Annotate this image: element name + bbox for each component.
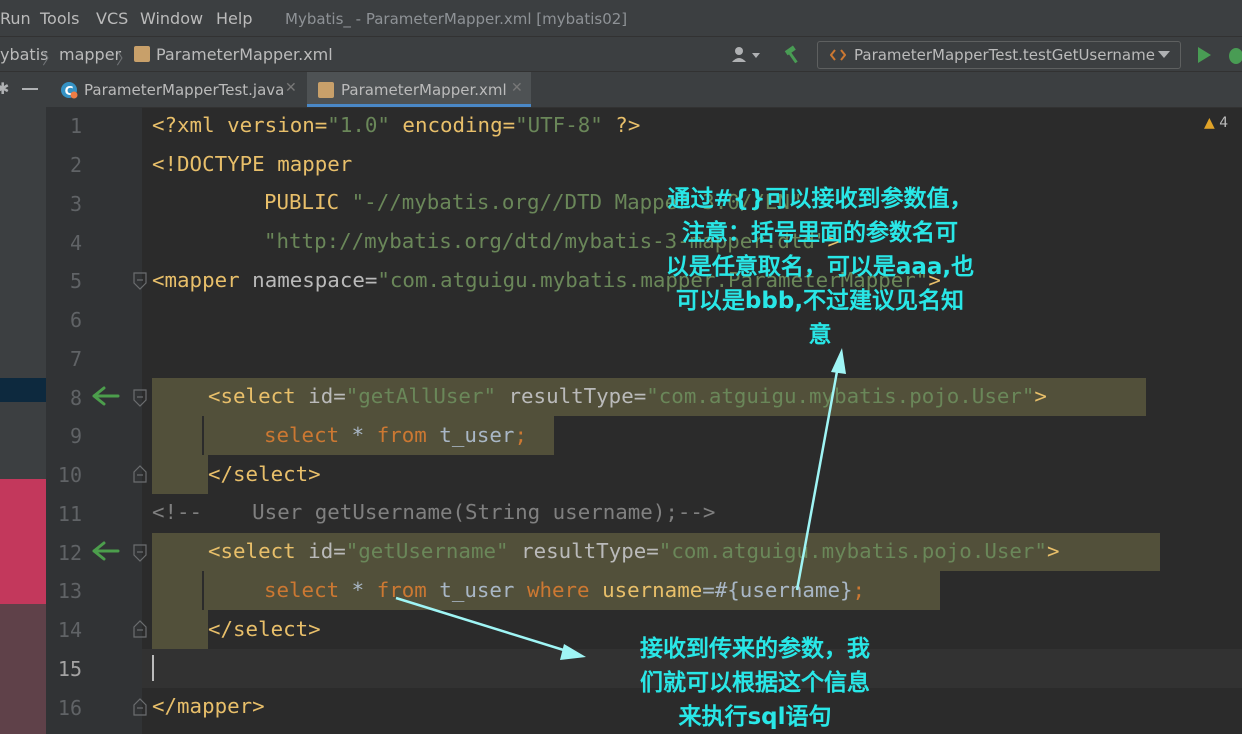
annotation-line: 意 bbox=[808, 322, 832, 348]
annotation-line: 以是任意取名，可以是aaa,也 bbox=[665, 254, 975, 280]
annotation-line: 注意：括号里面的参数名可 bbox=[682, 220, 958, 246]
annotation-line: 通过#{}可以接收到参数值， bbox=[667, 186, 973, 212]
annotation-arrows bbox=[395, 348, 846, 660]
annotation-line: 可以是bbb,不过建议见名知 bbox=[675, 288, 965, 314]
arrow-line bbox=[795, 365, 840, 591]
annotation-bottom: 接收到传来的参数，我 们就可以根据这个信息 来执行sql语句 bbox=[590, 632, 920, 734]
annotation-line: 接收到传来的参数，我 bbox=[640, 636, 870, 662]
annotation-line: 们就可以根据这个信息 bbox=[640, 670, 870, 696]
arrow-head bbox=[560, 644, 586, 660]
annotation-line: 来执行sql语句 bbox=[678, 704, 832, 730]
arrow-line bbox=[395, 596, 571, 654]
annotation-top: 通过#{}可以接收到参数值， 注意：括号里面的参数名可 以是任意取名，可以是aa… bbox=[620, 182, 1020, 352]
